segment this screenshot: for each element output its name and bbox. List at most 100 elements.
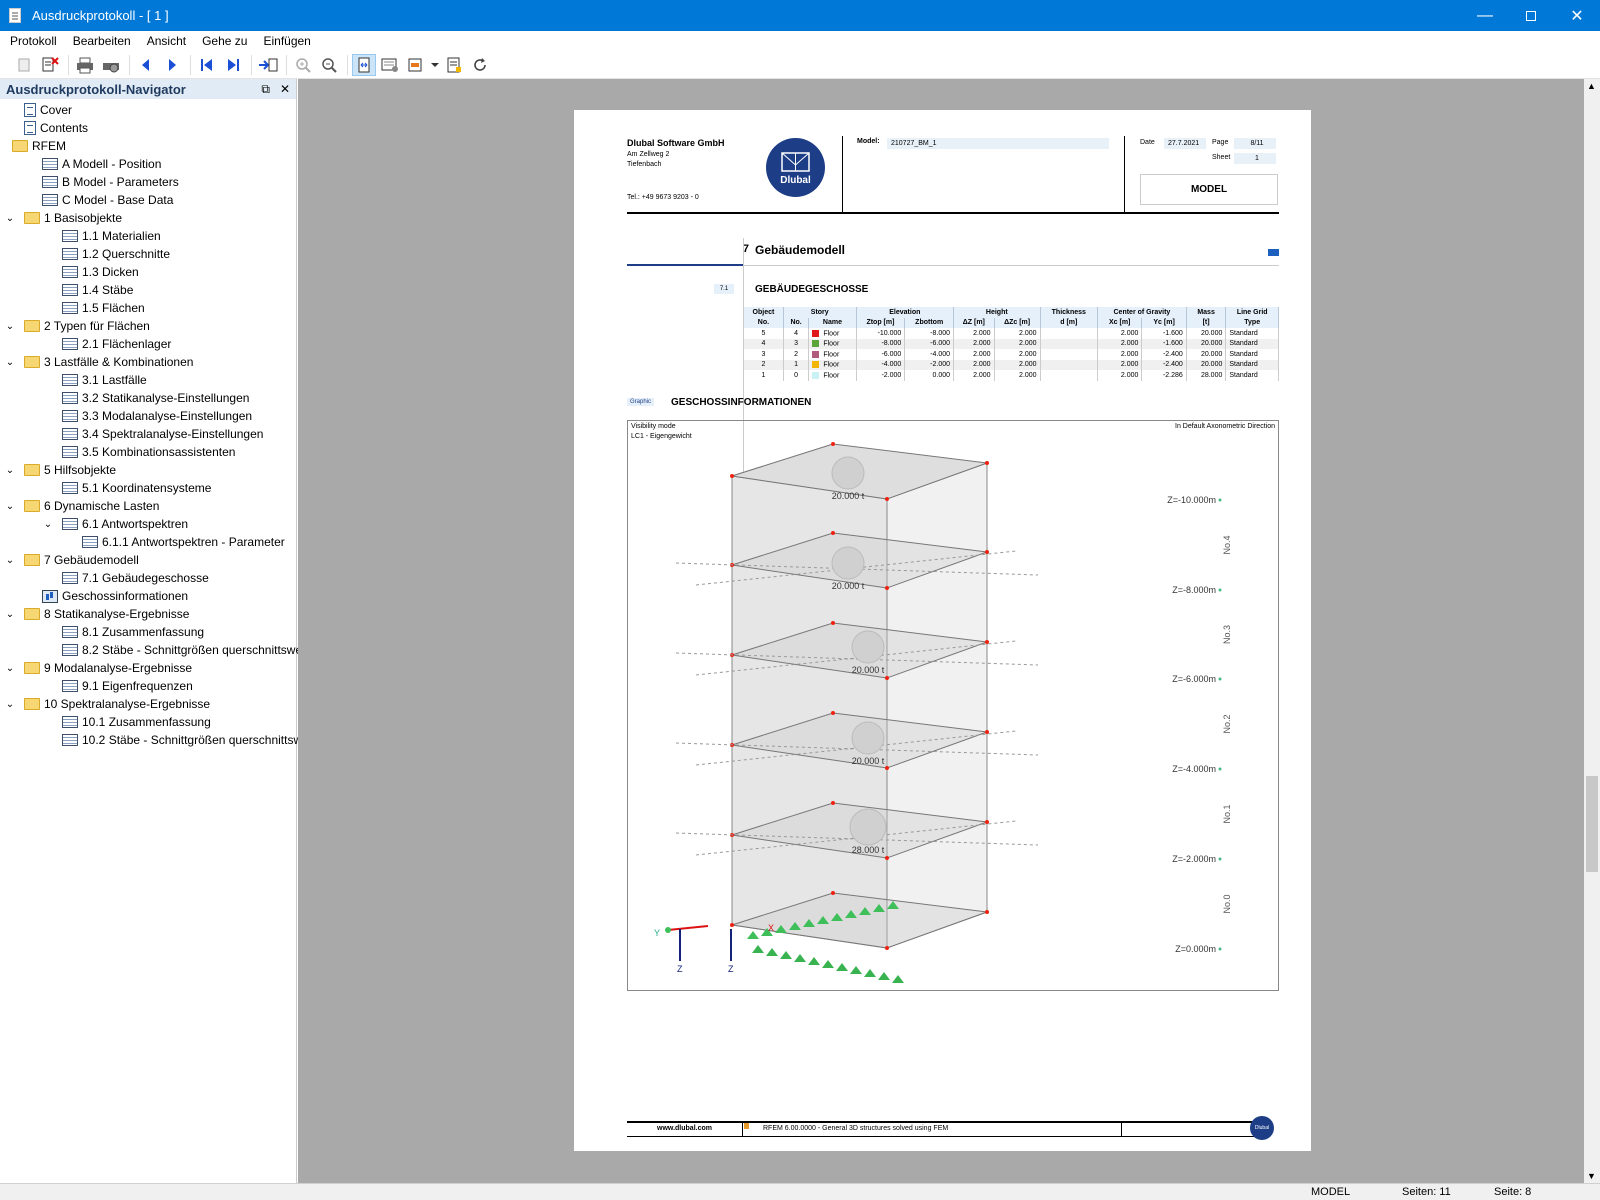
navigator-item[interactable]: ⌄ 7 Gebäudemodell bbox=[6, 551, 139, 569]
table-icon bbox=[42, 158, 58, 170]
navigator-item[interactable]: ⌄ RFEM bbox=[0, 137, 66, 155]
node-point bbox=[831, 621, 835, 625]
expand-chevron-icon[interactable]: ⌄ bbox=[42, 518, 54, 530]
menu-bearbeiten[interactable]: Bearbeiten bbox=[65, 34, 139, 48]
expand-chevron-icon[interactable]: ⌄ bbox=[4, 554, 16, 566]
menu-protokoll[interactable]: Protokoll bbox=[2, 34, 65, 48]
expand-chevron-icon[interactable]: ⌄ bbox=[4, 212, 16, 224]
col-thickness: d [m] bbox=[1040, 317, 1099, 328]
navigator-item[interactable]: 3.3 Modalanalyse-Einstellungen bbox=[62, 407, 252, 425]
scroll-down-icon[interactable]: ▼ bbox=[1587, 1171, 1596, 1181]
print-button[interactable] bbox=[73, 54, 97, 76]
navigator-item[interactable]: 7.1 Gebäudegeschosse bbox=[62, 569, 209, 587]
settings-button[interactable] bbox=[378, 54, 402, 76]
navigator-item[interactable]: 1.1 Materialien bbox=[62, 227, 161, 245]
menu-ansicht[interactable]: Ansicht bbox=[139, 34, 194, 48]
report-button[interactable] bbox=[442, 54, 466, 76]
footer-logo-text: Dlubal bbox=[1254, 1125, 1270, 1131]
maximize-button[interactable] bbox=[1508, 0, 1554, 31]
navigator-item[interactable]: 6.1.1 Antwortspektren - Parameter bbox=[82, 533, 285, 551]
scrollbar-thumb[interactable] bbox=[1586, 776, 1598, 872]
navigator-item[interactable]: 8.1 Zusammenfassung bbox=[62, 623, 204, 641]
navigator-item-label: 1.5 Flächen bbox=[82, 301, 145, 315]
navigator-item[interactable]: Geschossinformationen bbox=[42, 587, 188, 605]
cell-dz: 2.000 bbox=[953, 338, 995, 349]
navigator-item[interactable]: ⌄ 5 Hilfsobjekte bbox=[6, 461, 116, 479]
cell-ztop: -4.000 bbox=[856, 359, 906, 370]
navigator-item[interactable]: ⌄ 1 Basisobjekte bbox=[6, 209, 122, 227]
navigator-item[interactable]: ⌄ 6.1 Antwortspektren bbox=[44, 515, 188, 533]
zoom-in-button[interactable] bbox=[291, 54, 315, 76]
mass-label: 20.000 t bbox=[832, 581, 865, 591]
new-button[interactable] bbox=[12, 54, 36, 76]
menu-gehe-zu[interactable]: Gehe zu bbox=[194, 34, 255, 48]
navigator-item[interactable]: Contents bbox=[24, 119, 88, 137]
navigator-item[interactable]: ⌄ 6 Dynamische Lasten bbox=[6, 497, 160, 515]
zoom-out-button[interactable] bbox=[317, 54, 341, 76]
header-bottom-line bbox=[627, 212, 1279, 214]
float-panel-icon[interactable]: ⧉ bbox=[261, 82, 270, 97]
navigator-item[interactable]: 5.1 Koordinatensysteme bbox=[62, 479, 211, 497]
close-button[interactable]: ✕ bbox=[1554, 0, 1600, 31]
print-setup-button[interactable] bbox=[99, 54, 123, 76]
navigator-item[interactable]: 10.2 Stäbe - Schnittgrößen querschnittsw… bbox=[62, 731, 311, 749]
navigator-item[interactable]: ⌄ 9 Modalanalyse-Ergebnisse bbox=[6, 659, 192, 677]
mass-sphere bbox=[831, 456, 865, 490]
delete-button[interactable] bbox=[38, 54, 62, 76]
wall-front-right bbox=[886, 462, 988, 949]
node-point bbox=[831, 442, 835, 446]
expand-chevron-icon[interactable]: ⌄ bbox=[4, 320, 16, 332]
navigator-item[interactable]: 3.4 Spektralanalyse-Einstellungen bbox=[62, 425, 263, 443]
navigator-item[interactable]: 1.4 Stäbe bbox=[62, 281, 133, 299]
export-dropdown-button[interactable] bbox=[430, 54, 440, 76]
page-width-button[interactable] bbox=[352, 53, 376, 76]
folder-icon bbox=[12, 140, 28, 152]
expand-chevron-icon[interactable]: ⌄ bbox=[4, 356, 16, 368]
expand-chevron-icon[interactable]: ⌄ bbox=[4, 698, 16, 710]
export-button[interactable] bbox=[404, 54, 428, 76]
navigator-item[interactable]: 1.5 Flächen bbox=[62, 299, 145, 317]
minimize-button[interactable]: — bbox=[1462, 0, 1508, 31]
navigator-item[interactable]: ⌄ 8 Statikanalyse-Ergebnisse bbox=[6, 605, 190, 623]
navigator-item[interactable]: A Modell - Position bbox=[42, 155, 161, 173]
navigator-item[interactable]: 3.5 Kombinationsassistenten bbox=[62, 443, 235, 461]
expand-chevron-icon[interactable]: ⌄ bbox=[4, 608, 16, 620]
navigator-item[interactable]: C Model - Base Data bbox=[42, 191, 173, 209]
node-point bbox=[831, 711, 835, 715]
insert-button[interactable] bbox=[256, 54, 280, 76]
building-model-drawing: 20.000 t 20.000 t 20.000 t 20.000 t 28.000 t… bbox=[654, 442, 1232, 983]
navigator-item[interactable]: B Model - Parameters bbox=[42, 173, 179, 191]
navigator-item[interactable]: Cover bbox=[24, 101, 72, 119]
menu-einfuegen[interactable]: Einfügen bbox=[255, 34, 318, 48]
scroll-up-icon[interactable]: ▲ bbox=[1587, 81, 1596, 91]
navigator-item[interactable]: ⌄ 3 Lastfälle & Kombinationen bbox=[6, 353, 194, 371]
table-icon bbox=[62, 428, 78, 440]
last-page-button[interactable] bbox=[221, 54, 245, 76]
refresh-button[interactable] bbox=[468, 54, 492, 76]
story-number-label: No.4 bbox=[1222, 535, 1232, 554]
expand-chevron-icon[interactable]: ⌄ bbox=[4, 662, 16, 674]
navigator-item[interactable]: 9.1 Eigenfrequenzen bbox=[62, 677, 193, 695]
cell-yc: -1.600 bbox=[1141, 328, 1187, 339]
navigator-item[interactable]: ⌄ 10 Spektralanalyse-Ergebnisse bbox=[6, 695, 210, 713]
close-panel-icon[interactable]: ✕ bbox=[280, 82, 290, 97]
navigator-item[interactable]: 1.3 Dicken bbox=[62, 263, 139, 281]
elevation-label: Z=0.000m bbox=[1175, 944, 1216, 954]
z-axis-label: Z bbox=[728, 964, 734, 974]
expand-chevron-icon[interactable]: ⌄ bbox=[4, 464, 16, 476]
vertical-scrollbar[interactable]: ▲ ▼ bbox=[1584, 79, 1600, 1183]
cell-dz: 2.000 bbox=[953, 328, 995, 339]
navigator-item[interactable]: 10.1 Zusammenfassung bbox=[62, 713, 211, 731]
navigator-item[interactable]: 8.2 Stäbe - Schnittgrößen querschnittswe… bbox=[62, 641, 317, 659]
navigator-item[interactable]: 2.1 Flächenlager bbox=[62, 335, 171, 353]
prev-page-button[interactable] bbox=[134, 54, 158, 76]
navigator-item[interactable]: 1.2 Querschnitte bbox=[62, 245, 170, 263]
next-page-button[interactable] bbox=[160, 54, 184, 76]
navigator-item[interactable]: 3.2 Statikanalyse-Einstellungen bbox=[62, 389, 249, 407]
expand-chevron-icon[interactable]: ⌄ bbox=[0, 140, 4, 152]
first-page-button[interactable] bbox=[195, 54, 219, 76]
navigator-item[interactable]: 3.1 Lastfälle bbox=[62, 371, 147, 389]
cell-name: Floor bbox=[808, 338, 857, 349]
expand-chevron-icon[interactable]: ⌄ bbox=[4, 500, 16, 512]
navigator-item[interactable]: ⌄ 2 Typen für Flächen bbox=[6, 317, 150, 335]
